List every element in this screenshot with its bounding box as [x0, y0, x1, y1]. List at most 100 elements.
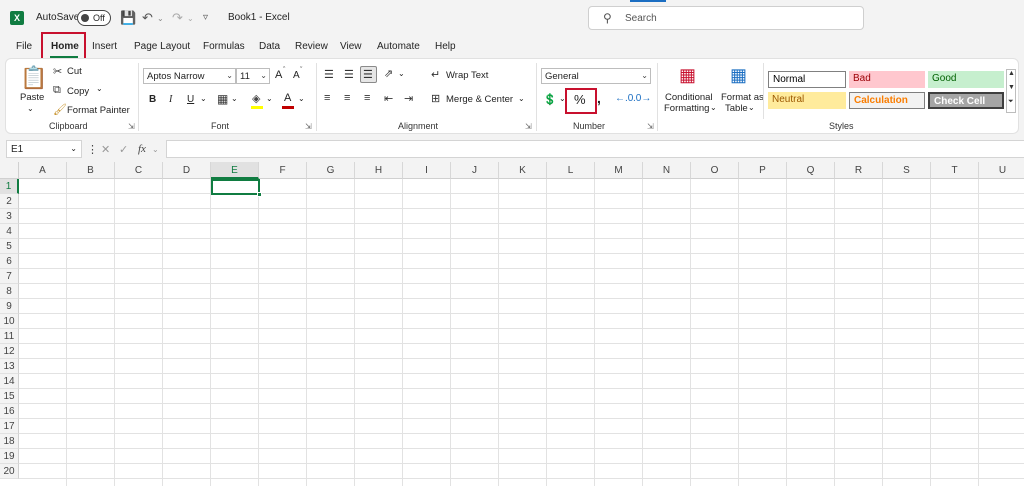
fill-color-dropdown-icon[interactable]: ⌄	[266, 94, 273, 103]
save-icon[interactable]: 💾	[120, 10, 136, 26]
font-size-select[interactable]: 11 ⌄	[236, 68, 270, 84]
fx-dropdown-icon[interactable]: ⌄	[152, 145, 159, 154]
name-box[interactable]: E1 ⌄	[6, 140, 82, 158]
italic-button[interactable]: I	[169, 94, 172, 105]
row-header-17[interactable]: 17	[0, 419, 19, 434]
cut-button[interactable]: Cut	[67, 66, 82, 77]
accounting-format-icon[interactable]: 💲	[543, 93, 557, 106]
cell-area[interactable]	[19, 179, 1024, 486]
customize-toolbar-icon[interactable]: ▿	[203, 12, 208, 23]
formatting-label[interactable]: Formatting	[664, 103, 709, 114]
format-as-label[interactable]: Format as	[721, 92, 764, 103]
style-calculation[interactable]: Calculation	[849, 92, 925, 109]
format-as-table-icon[interactable]: ▦	[730, 65, 747, 86]
number-format-select[interactable]: General ⌄	[541, 68, 651, 84]
format-table-dropdown-icon[interactable]: ⌄	[748, 103, 755, 112]
format-painter-button[interactable]: Format Painter	[67, 105, 130, 116]
row-header-6[interactable]: 6	[0, 254, 19, 269]
chevron-down-icon[interactable]: ▼	[1008, 84, 1015, 91]
row-header-5[interactable]: 5	[0, 239, 19, 254]
conditional-label[interactable]: Conditional	[665, 92, 713, 103]
tab-formulas[interactable]: Formulas	[203, 41, 245, 52]
tab-data[interactable]: Data	[259, 41, 280, 52]
column-header-q[interactable]: Q	[787, 162, 835, 179]
column-header-h[interactable]: H	[355, 162, 403, 179]
conditional-dropdown-icon[interactable]: ⌄	[710, 103, 717, 112]
column-header-k[interactable]: K	[499, 162, 547, 179]
row-header-3[interactable]: 3	[0, 209, 19, 224]
row-header-4[interactable]: 4	[0, 224, 19, 239]
row-header-20[interactable]: 20	[0, 464, 19, 479]
table-label[interactable]: Table	[725, 103, 748, 114]
paste-icon[interactable]: 📋	[20, 65, 47, 91]
column-header-f[interactable]: F	[259, 162, 307, 179]
tab-file[interactable]: File	[16, 41, 32, 52]
column-header-b[interactable]: B	[67, 162, 115, 179]
number-launcher-icon[interactable]: ⇲	[647, 122, 654, 131]
active-cell[interactable]	[211, 179, 262, 197]
align-right-icon[interactable]: ≡	[364, 92, 370, 104]
clipboard-launcher-icon[interactable]: ⇲	[128, 122, 135, 131]
merge-center-icon[interactable]: ⊞	[431, 92, 440, 105]
styles-gallery-scroll[interactable]: ▲ ▼ ⏷	[1006, 69, 1016, 113]
tab-help[interactable]: Help	[435, 41, 456, 52]
borders-dropdown-icon[interactable]: ⌄	[231, 94, 238, 103]
fill-color-icon[interactable]: ◈	[252, 92, 260, 105]
paste-label[interactable]: Paste	[20, 92, 44, 103]
fill-handle[interactable]	[257, 192, 262, 197]
column-header-m[interactable]: M	[595, 162, 643, 179]
column-header-r[interactable]: R	[835, 162, 883, 179]
copy-dropdown-icon[interactable]: ⌄	[96, 84, 103, 93]
row-header-10[interactable]: 10	[0, 314, 19, 329]
copy-icon[interactable]: ⧉	[53, 84, 61, 97]
style-normal[interactable]: Normal	[768, 71, 846, 88]
column-header-a[interactable]: A	[19, 162, 67, 179]
row-header-7[interactable]: 7	[0, 269, 19, 284]
increase-indent-icon[interactable]: ⇥	[404, 92, 413, 105]
format-painter-icon[interactable]: 🖌	[53, 103, 67, 116]
cancel-icon[interactable]: ✕	[101, 143, 110, 156]
column-header-l[interactable]: L	[547, 162, 595, 179]
row-header-12[interactable]: 12	[0, 344, 19, 359]
font-color-dropdown-icon[interactable]: ⌄	[298, 94, 305, 103]
borders-icon[interactable]: ▦	[217, 92, 228, 106]
formula-input[interactable]	[166, 140, 1024, 158]
orientation-dropdown-icon[interactable]: ⌄	[398, 69, 405, 78]
wrap-text-icon[interactable]: ↵	[431, 68, 440, 81]
underline-dropdown-icon[interactable]: ⌄	[200, 94, 207, 103]
autosave-toggle[interactable]: Off	[77, 10, 111, 26]
row-header-1[interactable]: 1	[0, 179, 19, 194]
font-family-select[interactable]: Aptos Narrow ⌄	[143, 68, 236, 84]
insert-function-button[interactable]: fx	[138, 143, 146, 155]
bold-button[interactable]: B	[149, 94, 156, 105]
merge-dropdown-icon[interactable]: ⌄	[518, 94, 525, 103]
column-header-u[interactable]: U	[979, 162, 1024, 179]
redo-dropdown-icon[interactable]: ⌄	[187, 14, 194, 23]
row-header-19[interactable]: 19	[0, 449, 19, 464]
grow-font-button[interactable]: A	[275, 69, 282, 81]
worksheet-grid[interactable]: ABCDEFGHIJKLMNOPQRSTU 1 2 3 4 5 6 7 8 9 10 11 12 13 1…	[0, 162, 1024, 486]
style-bad[interactable]: Bad	[849, 71, 925, 88]
merge-center-button[interactable]: Merge & Center	[446, 94, 513, 105]
row-header-11[interactable]: 11	[0, 329, 19, 344]
tab-view[interactable]: View	[340, 41, 362, 52]
redo-icon[interactable]: ↷	[172, 10, 183, 26]
font-launcher-icon[interactable]: ⇲	[305, 122, 312, 131]
column-header-j[interactable]: J	[451, 162, 499, 179]
conditional-formatting-icon[interactable]: ▦	[679, 65, 696, 86]
column-header-i[interactable]: I	[403, 162, 451, 179]
column-header-p[interactable]: P	[739, 162, 787, 179]
style-check-cell[interactable]: Check Cell	[928, 92, 1004, 109]
shrink-font-button[interactable]: A	[293, 70, 300, 81]
undo-dropdown-icon[interactable]: ⌄	[157, 14, 164, 23]
comma-style-button[interactable]: ,	[597, 90, 601, 106]
column-header-e[interactable]: E	[211, 162, 259, 179]
alignment-launcher-icon[interactable]: ⇲	[525, 122, 532, 131]
row-header-2[interactable]: 2	[0, 194, 19, 209]
column-header-t[interactable]: T	[931, 162, 979, 179]
row-header-9[interactable]: 9	[0, 299, 19, 314]
style-good[interactable]: Good	[928, 71, 1004, 88]
column-header-o[interactable]: O	[691, 162, 739, 179]
tab-insert[interactable]: Insert	[92, 41, 117, 52]
row-header-13[interactable]: 13	[0, 359, 19, 374]
